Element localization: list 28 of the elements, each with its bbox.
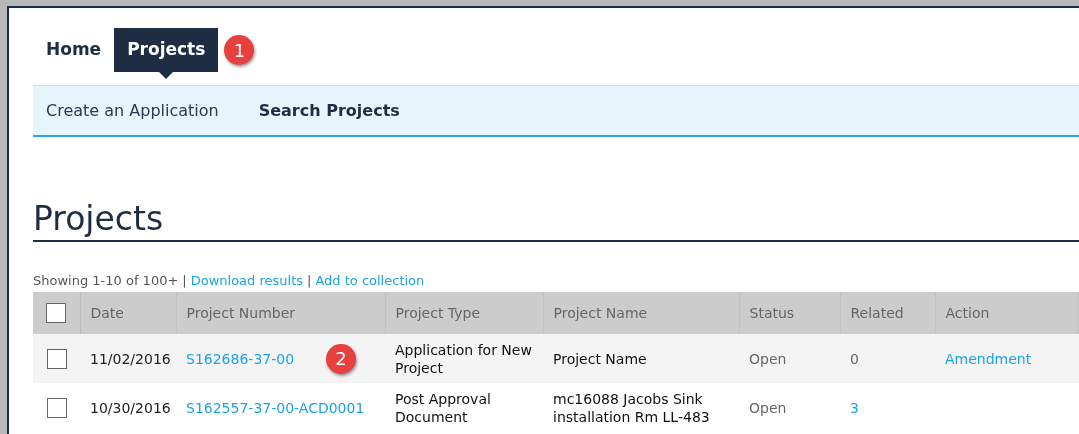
- subnav-link[interactable]: Create an Application: [46, 98, 219, 123]
- page-heading: Projects: [33, 199, 1079, 242]
- callout-badge: 1: [224, 35, 255, 65]
- select-all-checkbox[interactable]: [46, 303, 67, 323]
- related-cell: 0: [850, 349, 859, 368]
- row-checkbox[interactable]: [46, 397, 67, 418]
- project-type-cell-text: Post Approval Document: [395, 389, 492, 426]
- results-link[interactable]: Download results: [190, 271, 304, 291]
- separator: |: [182, 272, 187, 291]
- project-name-cell-text: mc16088 Jacobs Sink installation Rm LL-483: [553, 389, 711, 426]
- row-checkbox[interactable]: [46, 348, 67, 369]
- project-number-link[interactable]: S162686-37-00: [186, 349, 295, 368]
- related-link[interactable]: 3: [850, 398, 859, 417]
- project-type-cell-text: Application for New Project: [395, 340, 533, 377]
- nav-tab[interactable]: Home: [33, 28, 115, 72]
- separator: |: [307, 272, 312, 291]
- status-cell: Open: [749, 349, 787, 368]
- status-cell: Open: [749, 398, 787, 417]
- project-number-link[interactable]: S162557-37-00-ACD0001: [186, 398, 365, 417]
- results-link[interactable]: Add to collection: [315, 271, 425, 291]
- action-link[interactable]: Amendment: [945, 349, 1032, 368]
- results-summary: Showing 1-10 of 100+: [33, 272, 179, 291]
- date-cell: 11/02/2016: [90, 349, 171, 368]
- project-name-cell: Project Name: [553, 349, 647, 368]
- callout-badge: 2: [326, 343, 357, 374]
- subnav-link[interactable]: Search Projects: [258, 98, 400, 123]
- date-cell: 10/30/2016: [90, 398, 171, 417]
- nav-tab[interactable]: Projects: [114, 28, 219, 72]
